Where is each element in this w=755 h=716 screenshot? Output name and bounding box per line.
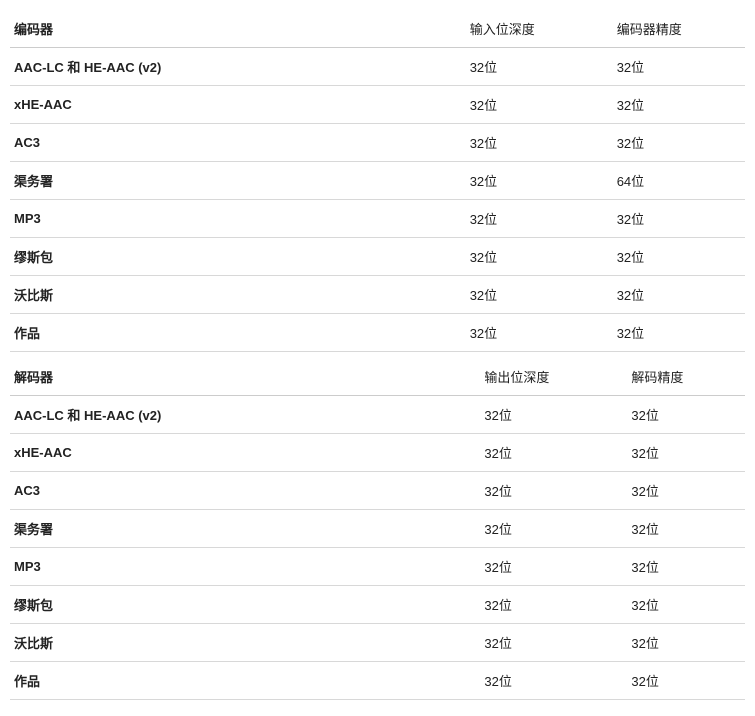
cell-bit-depth: 32位: [466, 314, 613, 352]
header-encoder: 编码器: [10, 10, 466, 48]
header-input-depth: 输入位深度: [466, 10, 613, 48]
table-row: xHE-AAC32位32位: [10, 434, 745, 472]
cell-precision: 64位: [613, 162, 745, 200]
cell-precision: 32位: [627, 510, 745, 548]
cell-precision: 32位: [613, 124, 745, 162]
cell-codec-name: xHE-AAC: [10, 434, 480, 472]
table-header-row: 解码器 输出位深度 解码精度: [10, 358, 745, 396]
header-output-depth: 输出位深度: [480, 358, 627, 396]
cell-precision: 32位: [613, 200, 745, 238]
cell-bit-depth: 32位: [480, 624, 627, 662]
cell-precision: 32位: [613, 86, 745, 124]
table-row: AAC-LC 和 HE-AAC (v2)32位32位: [10, 396, 745, 434]
cell-codec-name: 渠务署: [10, 162, 466, 200]
cell-codec-name: 沃比斯: [10, 624, 480, 662]
cell-bit-depth: 32位: [466, 276, 613, 314]
cell-precision: 32位: [613, 276, 745, 314]
table-row: 沃比斯32位32位: [10, 276, 745, 314]
header-decode-precision: 解码精度: [627, 358, 745, 396]
header-decoder: 解码器: [10, 358, 480, 396]
table-row: xHE-AAC32位32位: [10, 86, 745, 124]
cell-codec-name: AAC-LC 和 HE-AAC (v2): [10, 396, 480, 434]
encoder-table: 编码器 输入位深度 编码器精度 AAC-LC 和 HE-AAC (v2)32位3…: [10, 10, 745, 352]
cell-bit-depth: 32位: [466, 86, 613, 124]
cell-precision: 32位: [627, 548, 745, 586]
cell-bit-depth: 32位: [466, 48, 613, 86]
cell-codec-name: MP3: [10, 548, 480, 586]
cell-bit-depth: 32位: [466, 238, 613, 276]
cell-bit-depth: 32位: [480, 434, 627, 472]
cell-codec-name: AAC-LC 和 HE-AAC (v2): [10, 48, 466, 86]
header-encoder-precision: 编码器精度: [613, 10, 745, 48]
table-row: 渠务署32位64位: [10, 162, 745, 200]
cell-bit-depth: 32位: [480, 472, 627, 510]
table-row: 作品32位32位: [10, 662, 745, 700]
cell-precision: 32位: [627, 586, 745, 624]
cell-bit-depth: 32位: [480, 662, 627, 700]
cell-codec-name: xHE-AAC: [10, 86, 466, 124]
cell-precision: 32位: [613, 48, 745, 86]
cell-codec-name: 作品: [10, 314, 466, 352]
table-row: MP332位32位: [10, 548, 745, 586]
cell-precision: 32位: [613, 314, 745, 352]
cell-codec-name: 缪斯包: [10, 586, 480, 624]
cell-bit-depth: 32位: [466, 200, 613, 238]
decoder-table: 解码器 输出位深度 解码精度 AAC-LC 和 HE-AAC (v2)32位32…: [10, 358, 745, 700]
cell-bit-depth: 32位: [466, 124, 613, 162]
cell-codec-name: 渠务署: [10, 510, 480, 548]
table-row: 沃比斯32位32位: [10, 624, 745, 662]
cell-bit-depth: 32位: [480, 548, 627, 586]
encoder-table-body: AAC-LC 和 HE-AAC (v2)32位32位xHE-AAC32位32位A…: [10, 48, 745, 352]
cell-precision: 32位: [627, 662, 745, 700]
table-row: 渠务署32位32位: [10, 510, 745, 548]
cell-codec-name: 缪斯包: [10, 238, 466, 276]
table-row: 作品32位32位: [10, 314, 745, 352]
table-row: 缪斯包32位32位: [10, 238, 745, 276]
table-header-row: 编码器 输入位深度 编码器精度: [10, 10, 745, 48]
cell-codec-name: AC3: [10, 124, 466, 162]
table-row: AC332位32位: [10, 124, 745, 162]
cell-precision: 32位: [627, 472, 745, 510]
table-row: AAC-LC 和 HE-AAC (v2)32位32位: [10, 48, 745, 86]
table-row: 缪斯包32位32位: [10, 586, 745, 624]
decoder-table-body: AAC-LC 和 HE-AAC (v2)32位32位xHE-AAC32位32位A…: [10, 396, 745, 700]
table-row: AC332位32位: [10, 472, 745, 510]
cell-precision: 32位: [627, 624, 745, 662]
cell-codec-name: 沃比斯: [10, 276, 466, 314]
cell-precision: 32位: [627, 396, 745, 434]
cell-bit-depth: 32位: [466, 162, 613, 200]
cell-codec-name: AC3: [10, 472, 480, 510]
table-row: MP332位32位: [10, 200, 745, 238]
cell-precision: 32位: [613, 238, 745, 276]
cell-bit-depth: 32位: [480, 586, 627, 624]
cell-bit-depth: 32位: [480, 510, 627, 548]
cell-bit-depth: 32位: [480, 396, 627, 434]
cell-codec-name: 作品: [10, 662, 480, 700]
cell-precision: 32位: [627, 434, 745, 472]
cell-codec-name: MP3: [10, 200, 466, 238]
